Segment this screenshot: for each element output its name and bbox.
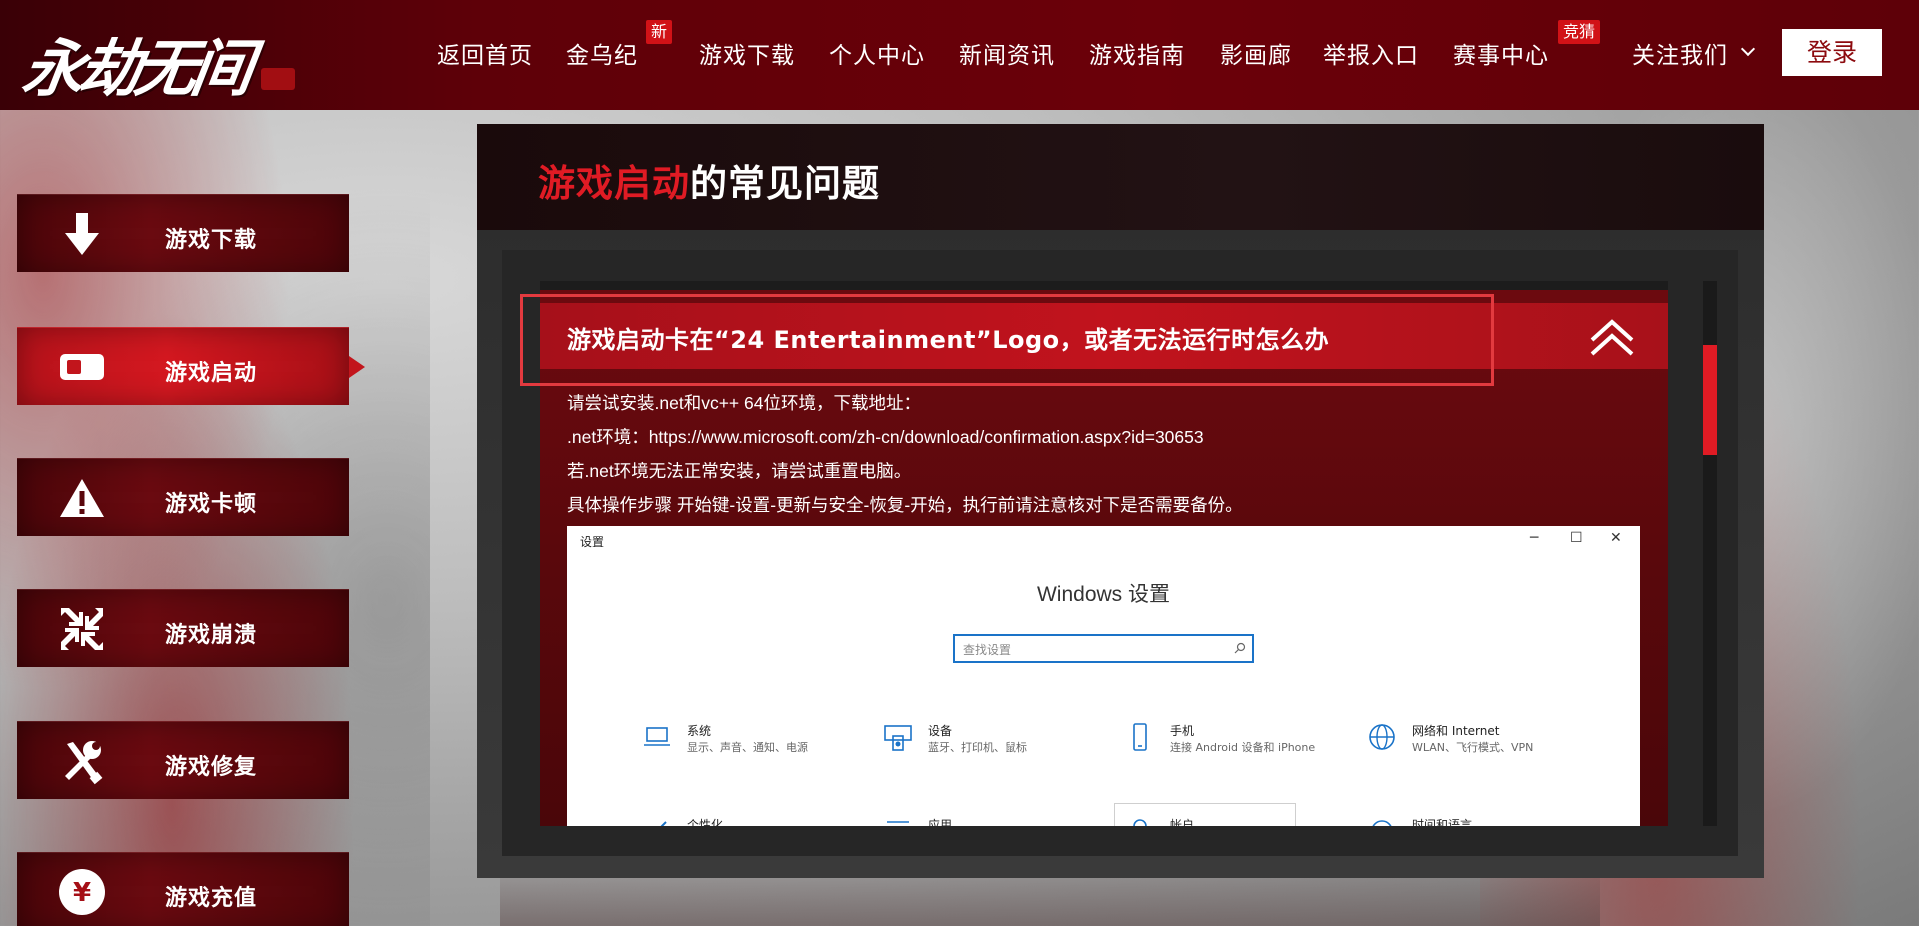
nav-item-news[interactable]: 新闻资讯 bbox=[959, 36, 1055, 70]
nav-item-home[interactable]: 返回首页 bbox=[437, 36, 533, 70]
settings-tile-apps: 应用 bbox=[883, 816, 1113, 826]
tile-subtitle: 连接 Android 设备和 iPhone bbox=[1170, 741, 1316, 754]
pen-icon bbox=[660, 821, 667, 826]
account-icon bbox=[1133, 819, 1147, 826]
title-rest: 的常见问题 bbox=[690, 162, 880, 205]
window-title: 设置 bbox=[580, 535, 605, 549]
sidebar-item-label: 游戏充值 bbox=[165, 886, 258, 911]
nav-item-download[interactable]: 游戏下载 bbox=[699, 36, 795, 70]
chevron-down-icon[interactable] bbox=[1740, 41, 1756, 57]
tile-title: 时间和语言 bbox=[1412, 818, 1473, 826]
search-placeholder: 查找设置 bbox=[963, 643, 1012, 657]
yen-coin-icon: ¥ bbox=[59, 869, 105, 915]
settings-tile-devices: 设备 蓝牙、打印机、鼠标 bbox=[883, 722, 1113, 772]
nav-item-guide[interactable]: 游戏指南 bbox=[1089, 36, 1185, 70]
settings-tile-accounts: 帐户 bbox=[1125, 816, 1355, 826]
svg-text:¥: ¥ bbox=[73, 878, 91, 908]
sidebar-item-recharge[interactable]: ¥ 游戏充值 bbox=[17, 852, 349, 926]
answer-line: 若.net环境无法正常安装，请尝试重置电脑。 bbox=[567, 461, 912, 481]
guess-badge: 竞猜 bbox=[1558, 20, 1601, 44]
sidebar-item-crash[interactable]: 游戏崩溃 bbox=[17, 589, 349, 667]
windows-settings-heading: Windows 设置 bbox=[1036, 583, 1171, 606]
sidebar-item-lag[interactable]: 游戏卡顿 bbox=[17, 458, 349, 536]
launch-toggle-icon bbox=[60, 354, 104, 380]
answer-link-line[interactable]: .net环境：https://www.microsoft.com/zh-cn/d… bbox=[567, 424, 1204, 449]
settings-tile-system: 系统 显示、声音、通知、电源 bbox=[642, 722, 872, 772]
list-icon bbox=[887, 821, 909, 823]
sidebar-item-repair[interactable]: 游戏修复 bbox=[17, 721, 349, 799]
settings-tile-personalization: 个性化 bbox=[642, 816, 872, 826]
sidebar-item-label: 游戏修复 bbox=[165, 755, 258, 780]
nav-item-report[interactable]: 举报入口 bbox=[1323, 36, 1419, 70]
nav-item-follow-us[interactable]: 关注我们 bbox=[1632, 36, 1728, 70]
collapse-arrows-icon bbox=[61, 608, 103, 650]
wrench-screwdriver-icon bbox=[65, 741, 103, 785]
keyboard-icon bbox=[884, 725, 912, 751]
faq-question-text[interactable]: 游戏启动卡在“24 Entertainment”Logo，或者无法运行时怎么办 bbox=[567, 320, 1329, 355]
warning-icon bbox=[60, 479, 104, 517]
chevron-up-double-icon[interactable] bbox=[1590, 318, 1634, 358]
nav-item-esports[interactable]: 赛事中心 bbox=[1453, 36, 1549, 70]
login-button[interactable]: 登录 bbox=[1782, 29, 1882, 76]
tile-title: 应用 bbox=[928, 818, 953, 826]
settings-tile-time-language: 时间和语言 bbox=[1367, 816, 1597, 826]
nav-item-gallery[interactable]: 影画廊 bbox=[1220, 36, 1292, 70]
sidebar-item-download[interactable]: 游戏下载 bbox=[17, 194, 349, 272]
phone-icon bbox=[1133, 723, 1147, 751]
tile-subtitle: 蓝牙、打印机、鼠标 bbox=[928, 741, 1027, 754]
tile-title: 设备 bbox=[928, 724, 953, 738]
sidebar-item-launch[interactable]: 游戏启动 bbox=[17, 327, 365, 405]
settings-tile-network: 网络和 Internet WLAN、飞行模式、VPN bbox=[1367, 722, 1597, 772]
page-title: 游戏启动的常见问题 bbox=[538, 153, 880, 207]
tile-subtitle: WLAN、飞行模式、VPN bbox=[1412, 741, 1534, 754]
sidebar-item-label: 游戏崩溃 bbox=[165, 623, 258, 648]
content-top-divider bbox=[540, 281, 1668, 290]
search-icon bbox=[1234, 642, 1246, 654]
clock-icon bbox=[1372, 820, 1392, 826]
minimize-icon: ─ bbox=[1530, 530, 1539, 546]
windows-settings-screenshot: 设置 ─ ☐ ✕ Windows 设置 查找设置 系统 显示、声音、通知、电源 … bbox=[567, 526, 1640, 826]
close-icon: ✕ bbox=[1610, 530, 1622, 546]
tile-title: 网络和 Internet bbox=[1412, 724, 1500, 738]
download-arrow-icon bbox=[65, 213, 99, 255]
sidebar-item-label: 游戏卡顿 bbox=[165, 492, 258, 517]
tile-title: 个性化 bbox=[687, 818, 724, 826]
settings-tile-phone: 手机 连接 Android 设备和 iPhone bbox=[1125, 722, 1355, 772]
answer-line: 请尝试安装.net和vc++ 64位环境，下载地址： bbox=[567, 393, 921, 413]
sidebar-item-label: 游戏下载 bbox=[165, 228, 258, 253]
settings-search-box: 查找设置 bbox=[953, 634, 1254, 663]
new-badge: 新 bbox=[646, 20, 673, 44]
tile-title: 帐户 bbox=[1170, 818, 1195, 826]
maximize-icon: ☐ bbox=[1570, 530, 1583, 546]
title-highlight: 游戏启动 bbox=[538, 162, 690, 205]
nav-item-user-center[interactable]: 个人中心 bbox=[829, 36, 925, 70]
answer-line: 具体操作步骤 开始键-设置-更新与安全-恢复-开始，执行前请注意核对下是否需要备… bbox=[567, 495, 1243, 515]
sidebar-item-label: 游戏启动 bbox=[165, 361, 258, 386]
scrollbar-thumb[interactable] bbox=[1703, 345, 1717, 455]
nav-item-jinwuji[interactable]: 金乌纪 bbox=[566, 36, 638, 70]
globe-icon bbox=[1369, 724, 1395, 750]
tile-subtitle: 显示、声音、通知、电源 bbox=[687, 741, 808, 754]
laptop-icon bbox=[644, 727, 670, 746]
tile-title: 手机 bbox=[1170, 724, 1195, 738]
main-nav: 返回首页 金乌纪 新 游戏下载 个人中心 新闻资讯 游戏指南 影画廊 举报入口 … bbox=[0, 0, 1919, 110]
tile-title: 系统 bbox=[687, 724, 712, 738]
